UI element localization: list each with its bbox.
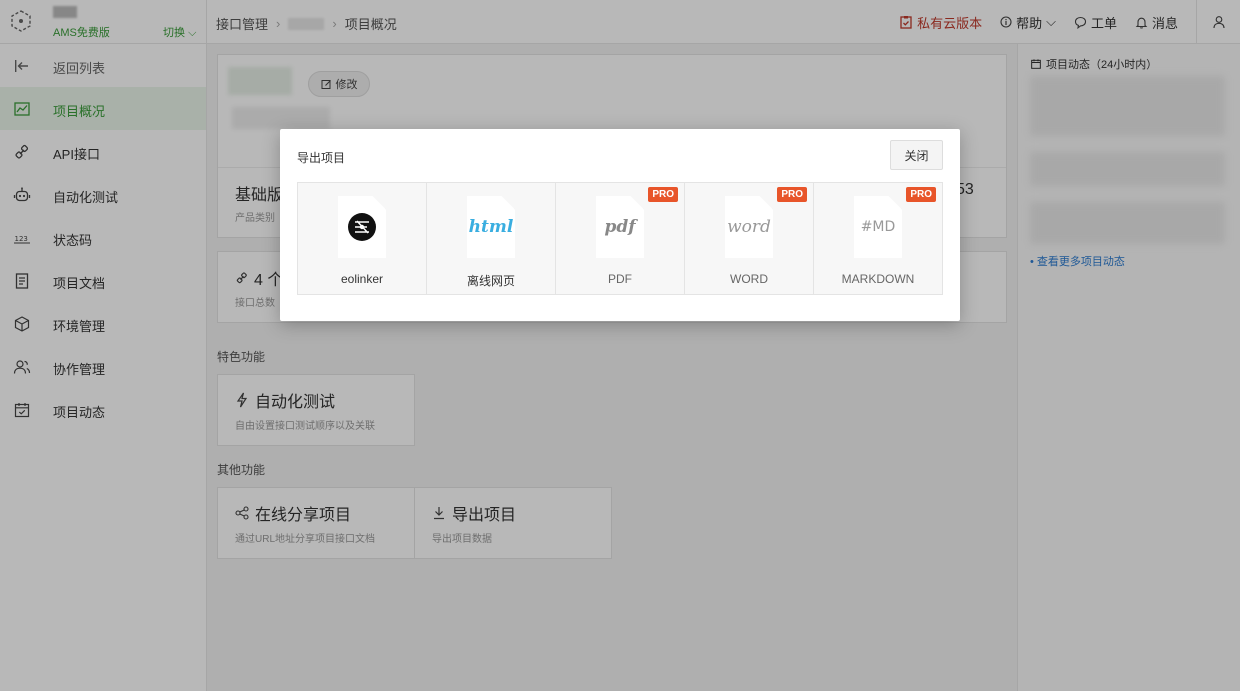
export-option-word[interactable]: word PRO WORD: [685, 183, 814, 294]
export-project-dialog: 导出项目 关闭 eolinker html 离线网页 pdf PRO PDF w…: [280, 129, 960, 321]
dialog-title: 导出项目: [297, 151, 346, 165]
word-file-icon: word: [725, 196, 773, 258]
export-option-html[interactable]: html 离线网页: [427, 183, 556, 294]
export-option-markdown[interactable]: #MD PRO MARKDOWN: [814, 183, 942, 294]
export-option-label: MARKDOWN: [841, 272, 915, 286]
pro-badge: PRO: [906, 187, 936, 202]
file-icon: [338, 196, 386, 258]
pdf-file-icon: pdf: [596, 196, 644, 258]
export-format-options: eolinker html 离线网页 pdf PRO PDF word PRO …: [297, 182, 943, 295]
export-option-label: 离线网页: [466, 274, 515, 288]
pro-badge: PRO: [648, 187, 678, 202]
pro-badge: PRO: [777, 187, 807, 202]
html-file-icon: html: [467, 196, 515, 258]
file-type-text: #MD: [860, 219, 896, 235]
modal-backdrop[interactable]: [0, 0, 1240, 691]
file-type-text: pdf: [604, 217, 636, 237]
export-option-label: WORD: [730, 272, 768, 286]
export-option-eolinker[interactable]: eolinker: [298, 183, 427, 294]
export-option-label: eolinker: [340, 272, 384, 286]
export-option-pdf[interactable]: pdf PRO PDF: [556, 183, 685, 294]
file-type-text: html: [468, 217, 514, 237]
eolinker-logo-icon: [348, 213, 376, 241]
close-button[interactable]: 关闭: [890, 140, 943, 170]
file-type-text: word: [727, 217, 771, 237]
markdown-file-icon: #MD: [854, 196, 902, 258]
export-option-label: PDF: [608, 272, 632, 286]
